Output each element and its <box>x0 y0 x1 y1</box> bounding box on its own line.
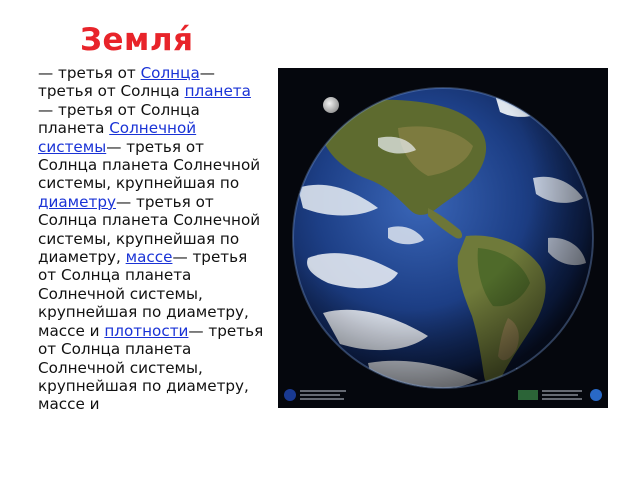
link-diameter[interactable]: диаметру <box>38 193 116 211</box>
page-title: Земля́ <box>80 22 194 58</box>
link-density[interactable]: плотности <box>104 322 188 340</box>
link-planet[interactable]: планета <box>185 82 251 100</box>
earth-image <box>278 68 608 408</box>
link-sun[interactable]: Солнца <box>141 64 200 82</box>
earth-globe-illustration <box>278 68 608 408</box>
link-mass[interactable]: массе <box>126 248 173 266</box>
article-paragraph: — третья от Солнца— третья от Солнца пла… <box>38 64 264 414</box>
moon-icon <box>323 97 339 113</box>
text-run: — третья от <box>38 64 141 82</box>
